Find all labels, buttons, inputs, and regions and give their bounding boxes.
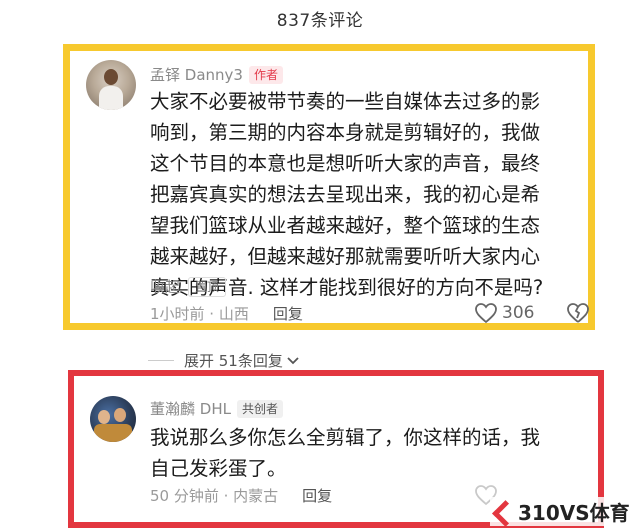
comment-line: 望我们篮球从业者越来越好，整个篮球的生态 [150,214,541,237]
watermark-logo-icon [494,502,514,522]
comment-text: 我说那么多你怎么全剪辑了，你这样的话，我 自己发彩蛋了。 [150,422,540,484]
comment-text: 大家不必要被带节奏的一些自媒体去过多的影 响到，第三期的内容本身就是剪辑好的，我… [150,86,543,303]
comment-line: 响到，第三期的内容本身就是剪辑好的，我做 [150,121,541,144]
like-group[interactable]: 306 [474,302,534,324]
comment-author-row: 孟铎 Danny3 作者 [150,64,283,85]
author-name[interactable]: 孟铎 Danny3 [150,64,243,85]
chevron-down-icon[interactable] [286,356,300,366]
expand-replies-label[interactable]: 展开 51条回复 [184,350,283,371]
avatar-person [114,408,126,422]
like-count: 306 [502,303,535,323]
time-location: 50 分钟前 · 内蒙古 [150,487,279,505]
comment-line: 把嘉宾真实的想法去呈现出来，我的初心是希 [150,183,541,206]
heart-icon[interactable] [474,302,498,324]
watermark: 310VS体育 [490,497,634,526]
fold-button[interactable]: 收起 [150,276,180,297]
broken-heart-icon[interactable] [566,302,590,324]
comment-meta: 50 分钟前 · 内蒙古 回复 [150,485,332,506]
avatar-head [104,69,118,85]
expand-replies[interactable]: 展开 51条回复 [148,350,300,371]
comment-line: 我说那么多你怎么全剪辑了，你这样的话，我 [150,426,541,449]
avatar[interactable] [86,60,136,110]
expand-divider [148,360,174,361]
dislike-button[interactable] [566,302,590,324]
author-name[interactable]: 董瀚麟 DHL [150,398,231,419]
comment-line: 越来越好，但越来越好那就需要听听大家内心 [150,245,541,268]
time-location: 1小时前 · 山西 [150,305,249,323]
avatar[interactable] [90,396,136,442]
author-badge: 作者 [248,65,283,84]
avatar-body [99,86,123,110]
comment-author-row: 董瀚麟 DHL 共创者 [150,398,283,419]
comments-count-title: 837条评论 [276,11,364,31]
cocreator-badge: 共创者 [236,399,283,418]
watermark-text: 310VS体育 [518,501,630,525]
comment-line: 这个节目的本意也是想听听大家的声音，最终 [150,152,541,175]
comment-line: 大家不必要被带节奏的一些自媒体去过多的影 [150,90,541,113]
comment-line: 自己发彩蛋了。 [150,457,287,480]
reply-button[interactable]: 回复 [302,485,332,506]
fold-row: 收起 置顶 [150,276,227,297]
avatar-body [94,424,132,442]
avatar-person [98,410,110,424]
pinned-pill: 置顶 [188,276,227,297]
reply-button[interactable]: 回复 [273,303,303,324]
comment-meta: 1小时前 · 山西 回复 [150,303,303,324]
